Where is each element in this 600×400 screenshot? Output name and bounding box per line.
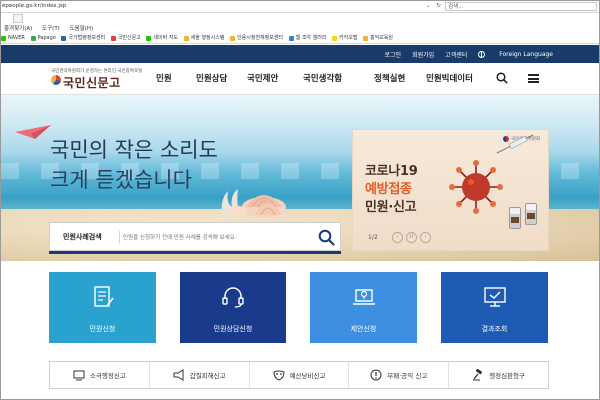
tile-proposal-apply[interactable]: 제안신청 (310, 272, 417, 343)
epeople-icon (110, 36, 116, 41)
favorite-item[interactable]: 네이버 지도 (146, 33, 178, 43)
login-link[interactable]: 로그인 (385, 50, 402, 59)
syringe-icon (496, 134, 534, 154)
address-bar: epeople.go.kr/index.jsp ⌄ ↻ 검색... (1, 1, 599, 13)
law-icon (61, 36, 67, 41)
shell-decoration (255, 203, 281, 216)
quick-link-admin-appeal[interactable]: 행정심판청구 (449, 362, 548, 388)
language-selector[interactable]: Foreign Language (478, 50, 553, 58)
browser-search-input[interactable]: 검색... (445, 2, 597, 11)
kakaomap-icon (332, 36, 337, 41)
map-icon (146, 36, 152, 41)
paper-plane-icon (15, 125, 51, 139)
tile-label: 제안신청 (350, 325, 377, 333)
favorite-item[interactable]: 홍익교육원 (363, 33, 393, 43)
tile-petition-apply[interactable]: 민원신청 (49, 272, 156, 343)
nav-item-bigdata[interactable]: 민원빅데이터 (426, 72, 473, 84)
hero-headline: 국민의 작은 소리도 크게 듣겠습니다 (50, 135, 218, 195)
nav-item-proposal[interactable]: 국민제안 (247, 72, 278, 84)
hero-line-1: 국민의 작은 소리도 (50, 138, 218, 162)
banner-pause-button[interactable]: II (406, 232, 417, 243)
megaphone-icon (173, 369, 184, 381)
favorite-item[interactable]: 국민신문고 (110, 33, 141, 43)
gavel-icon (473, 369, 483, 381)
nav-item-civil-petition[interactable]: 민원 (156, 72, 172, 84)
tile-result-lookup[interactable]: 결과조회 (441, 272, 548, 343)
site-logo[interactable]: 국민권익위원회가 운영하는 온라인 국민참여포털 국민신문고 (49, 66, 149, 93)
menu-help[interactable]: 도움말(H) (70, 26, 94, 32)
case-search-input[interactable] (123, 228, 309, 247)
banner-prev-button[interactable]: ‹ (392, 232, 403, 243)
menu-favorites[interactable]: 즐겨찾기(A) (4, 26, 32, 32)
folder-icon (230, 36, 236, 41)
search-icon[interactable] (496, 72, 508, 84)
headset-icon (222, 287, 244, 308)
favorite-item[interactable]: Papago (30, 33, 56, 43)
virus-icon (449, 160, 503, 214)
banner-pager: 1/2 (368, 234, 378, 241)
tile-label: 민원신청 (89, 325, 116, 333)
alert-icon (370, 369, 382, 381)
nav-item-public-opinion[interactable]: 국민생각함 (303, 72, 342, 84)
menu-tools[interactable]: 도구(T) (42, 26, 60, 32)
quick-link-corruption[interactable]: 부패·공익 신고 (349, 362, 450, 388)
shell-decoration (227, 206, 247, 216)
favorites-bar: NAVER Papago 국가법령정보센터 국민신문고 네이버 지도 새올 행정… (1, 33, 599, 44)
nav-item-policy[interactable]: 정책실현 (374, 72, 405, 84)
menu-bar: 즐겨찾기(A) 도구(T) 도움말(H) (1, 24, 599, 33)
quick-link-passive-admin[interactable]: 소극행정신고 (50, 362, 150, 388)
quick-link-gapjil[interactable]: 갑질피해신고 (150, 362, 250, 388)
tile-label: 결과조회 (481, 325, 508, 333)
new-tab-button[interactable] (13, 14, 23, 23)
url-field[interactable]: epeople.go.kr/index.jsp (2, 3, 66, 9)
tab-strip (1, 13, 599, 24)
case-search-bar: 민원사례검색 (49, 222, 341, 251)
quick-links-bar: 소극행정신고 갑질피해신고 예산낭비신고 부패·공익 신고 행정심판청구 (49, 361, 549, 389)
document-pen-icon (93, 286, 114, 307)
language-label: Foreign Language (499, 50, 553, 58)
search-icon[interactable] (318, 229, 335, 246)
vaccine-vial-icon (525, 203, 537, 225)
favorite-item[interactable]: 인용시청천재정보센터 (230, 33, 283, 43)
folder-icon (183, 36, 189, 41)
naver-icon (1, 36, 6, 41)
logo-mark-icon (51, 75, 61, 85)
banner-title-1: 코로나19 (365, 164, 418, 179)
case-search-label: 민원사례검색 (63, 233, 102, 241)
customer-center-link[interactable]: 고객센터 (445, 50, 467, 59)
favorite-item[interactable]: NAVER (1, 33, 25, 43)
favorite-item[interactable]: 국가법령정보센터 (61, 33, 105, 43)
logo-name: 국민신문고 (63, 76, 121, 90)
favorite-item[interactable]: 새올 행정시스템 (183, 33, 224, 43)
folder-icon (363, 36, 368, 41)
laptop-bulb-icon (352, 289, 375, 305)
favorite-item[interactable]: 카카오맵 (332, 33, 357, 43)
quick-link-budget-waste[interactable]: 예산낭비신고 (250, 362, 350, 388)
web-slice-icon (288, 36, 294, 41)
favorite-item[interactable]: 웹 조각 갤러리 (288, 33, 326, 43)
hero-line-2: 크게 듣겠습니다 (50, 168, 192, 192)
hamburger-menu-icon[interactable] (528, 74, 539, 83)
vaccine-vial-icon (509, 207, 521, 229)
banner-title-2: 예방접종 (365, 182, 412, 197)
utility-bar: 로그인 회원가입 고객센터 Foreign Language (1, 45, 599, 63)
mask-icon (273, 370, 285, 381)
refresh-dropdown-icon[interactable]: ⌄ ↻ (426, 3, 443, 9)
tile-label: 민원상담신청 (213, 325, 253, 333)
main-navigation: 국민권익위원회가 운영하는 온라인 국민참여포털 국민신문고 민원 민원상담 국… (1, 63, 599, 95)
globe-icon (478, 50, 486, 58)
papago-icon (30, 36, 36, 41)
banner-title-3: 민원·신고 (365, 200, 417, 215)
signup-link[interactable]: 회원가입 (412, 50, 434, 59)
monitor-icon (73, 370, 85, 381)
banner-next-button[interactable]: › (420, 232, 431, 243)
monitor-check-icon (483, 287, 506, 307)
nav-item-petition-consult[interactable]: 민원상담 (196, 72, 227, 84)
tile-consult-apply[interactable]: 민원상담신청 (180, 272, 286, 343)
search-underline (49, 251, 341, 254)
browser-window: epeople.go.kr/index.jsp ⌄ ↻ 검색... 즐겨찾기(A… (0, 0, 600, 400)
